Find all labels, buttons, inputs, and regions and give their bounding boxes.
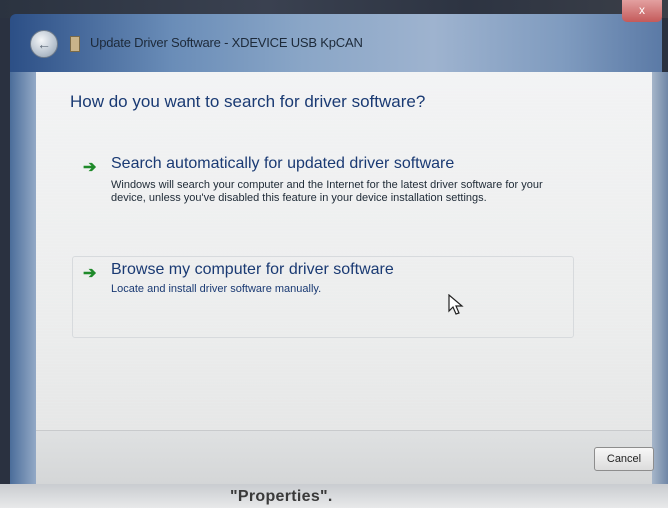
device-icon bbox=[70, 36, 80, 52]
close-button[interactable]: x bbox=[622, 0, 662, 22]
option-description: Windows will search your computer and th… bbox=[111, 179, 543, 204]
option-title: Search automatically for updated driver … bbox=[111, 155, 455, 172]
back-arrow-icon: ← bbox=[37, 36, 51, 52]
option-search-automatically[interactable]: ➔ Search automatically for updated drive… bbox=[72, 150, 574, 244]
option-description: Locate and install driver software manua… bbox=[111, 283, 322, 295]
option-title: Browse my computer for driver software bbox=[111, 261, 394, 278]
option-browse-computer[interactable]: ➔ Browse my computer for driver software… bbox=[72, 256, 574, 338]
window-frame-right bbox=[652, 72, 668, 484]
cancel-button[interactable]: Cancel bbox=[594, 447, 654, 471]
window-title: Update Driver Software - XDEVICE USB KpC… bbox=[90, 35, 363, 50]
back-button[interactable]: ← bbox=[30, 30, 58, 58]
green-arrow-icon: ➔ bbox=[83, 159, 97, 176]
page-caption: "Properties". bbox=[230, 488, 333, 505]
green-arrow-icon: ➔ bbox=[83, 265, 97, 282]
dialog-heading: How do you want to search for driver sof… bbox=[70, 92, 426, 111]
mouse-pointer-icon bbox=[448, 294, 464, 315]
window-frame-left bbox=[10, 72, 36, 484]
dialog-footer bbox=[36, 430, 652, 485]
photo-border-bottom bbox=[0, 484, 668, 508]
